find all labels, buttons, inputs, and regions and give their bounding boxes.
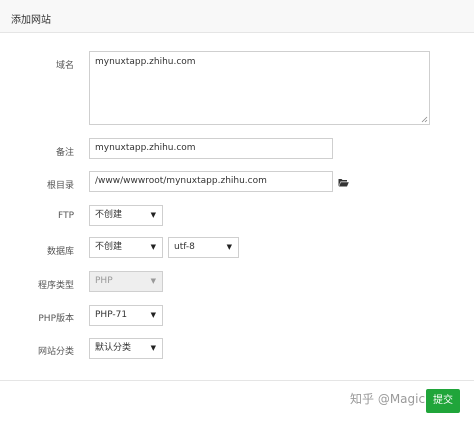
remark-label: 备注: [55, 148, 74, 158]
php-version-select[interactable]: PHP-71 ▼: [89, 305, 163, 326]
domain-value: mynuxtapp.zhihu.com: [95, 57, 196, 67]
remark-value: mynuxtapp.zhihu.com: [95, 143, 196, 153]
database-selected: 不创建: [95, 242, 123, 252]
php-version-selected: PHP-71: [95, 310, 128, 320]
resize-handle-icon[interactable]: [421, 116, 428, 123]
folder-open-icon[interactable]: [338, 178, 349, 187]
root-dir-input[interactable]: /www/wwwroot/mynuxtapp.zhihu.com: [89, 171, 333, 192]
dialog-titlebar: 添加网站: [0, 0, 474, 33]
ftp-selected: 不创建: [95, 210, 123, 220]
caret-down-icon: ▼: [150, 277, 156, 285]
site-category-select[interactable]: 默认分类 ▼: [89, 338, 163, 359]
domain-textarea[interactable]: mynuxtapp.zhihu.com: [89, 51, 430, 125]
site-category-label: 网站分类: [37, 347, 74, 357]
caret-down-icon: ▼: [150, 211, 156, 219]
database-select[interactable]: 不创建 ▼: [89, 237, 163, 258]
caret-down-icon: ▼: [150, 243, 156, 251]
php-version-label: PHP版本: [38, 314, 74, 324]
caret-down-icon: ▼: [150, 311, 156, 319]
charset-selected: utf-8: [174, 242, 195, 252]
root-dir-value: /www/wwwroot/mynuxtapp.zhihu.com: [95, 176, 267, 186]
ftp-select[interactable]: 不创建 ▼: [89, 205, 163, 226]
domain-label: 域名: [55, 61, 74, 71]
ftp-label: FTP: [58, 211, 74, 221]
program-type-selected: PHP: [95, 276, 113, 286]
program-type-label: 程序类型: [37, 281, 74, 291]
caret-down-icon: ▼: [226, 243, 232, 251]
remark-input[interactable]: mynuxtapp.zhihu.com: [89, 138, 333, 159]
root-dir-label: 根目录: [46, 181, 74, 191]
submit-button[interactable]: 提交: [426, 389, 460, 413]
database-label: 数据库: [46, 247, 74, 257]
charset-select[interactable]: utf-8 ▼: [168, 237, 239, 258]
caret-down-icon: ▼: [150, 344, 156, 352]
site-category-selected: 默认分类: [95, 343, 132, 353]
program-type-select: PHP ▼: [89, 271, 163, 292]
dialog-title: 添加网站: [11, 15, 51, 26]
